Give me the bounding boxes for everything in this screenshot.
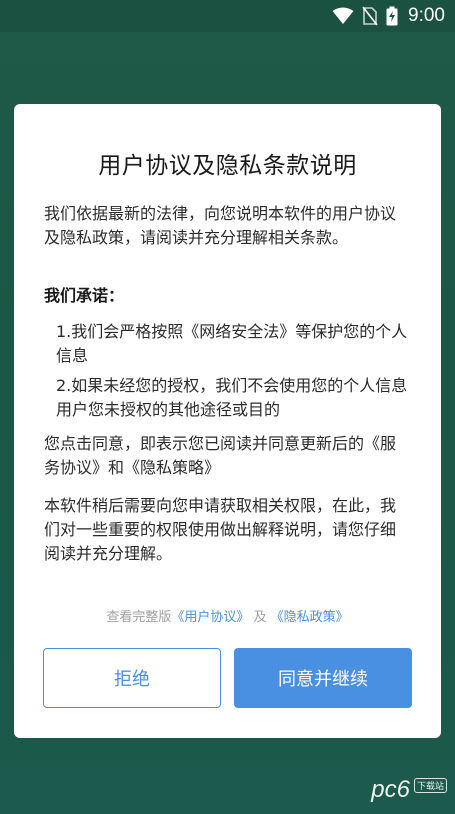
links-conjunction: 及: [253, 610, 267, 625]
links-prefix: 查看完整版: [106, 610, 172, 625]
no-sim-icon: [362, 6, 378, 26]
wifi-icon: [332, 7, 354, 25]
status-bar: 9:00: [0, 0, 455, 32]
intro-text: 我们依据最新的法律，向您说明本软件的用户协议及隐私政策，请阅读并充分理解相关条款…: [44, 204, 397, 247]
promise-item-1: 1.我们会严格按照《网络安全法》等保护您的个人信息: [56, 322, 408, 365]
full-version-links: 查看完整版《用户协议》 及 《隐私政策》: [14, 606, 441, 625]
reject-button[interactable]: 拒绝: [43, 648, 221, 708]
promise-heading: 我们承诺：: [44, 286, 125, 305]
status-time: 9:00: [408, 5, 445, 26]
status-icons: 9:00: [332, 4, 445, 28]
watermark-text: pc6: [371, 776, 410, 803]
privacy-policy-link[interactable]: 《隐私政策》: [271, 610, 349, 625]
permission-text: 本软件稍后需要向您申请获取相关权限，在此，我们对一些重要的权限使用做出解释说明，…: [44, 496, 397, 563]
promise-item-2: 2.如果未经您的授权，我们不会使用您的个人信息用户您未授权的其他途径或目的: [56, 376, 408, 419]
watermark-sub: 下载站: [413, 778, 447, 793]
pc6-watermark-logo: pc6 下载站: [371, 776, 447, 804]
battery-charging-icon: [386, 6, 398, 26]
accept-continue-button[interactable]: 同意并继续: [234, 648, 412, 708]
dialog-title: 用户协议及隐私条款说明: [98, 153, 357, 179]
privacy-dialog: 用户协议及隐私条款说明 我们依据最新的法律，向您说明本软件的用户协议及隐私政策，…: [14, 104, 441, 738]
user-agreement-link[interactable]: 《用户协议》: [171, 610, 249, 625]
consent-text: 您点击同意，即表示您已阅读并同意更新后的《服务协议》和《隐私策略》: [44, 434, 397, 477]
promise-list: 1.我们会严格按照《网络安全法》等保护您的个人信息 2.如果未经您的授权，我们不…: [56, 320, 408, 428]
